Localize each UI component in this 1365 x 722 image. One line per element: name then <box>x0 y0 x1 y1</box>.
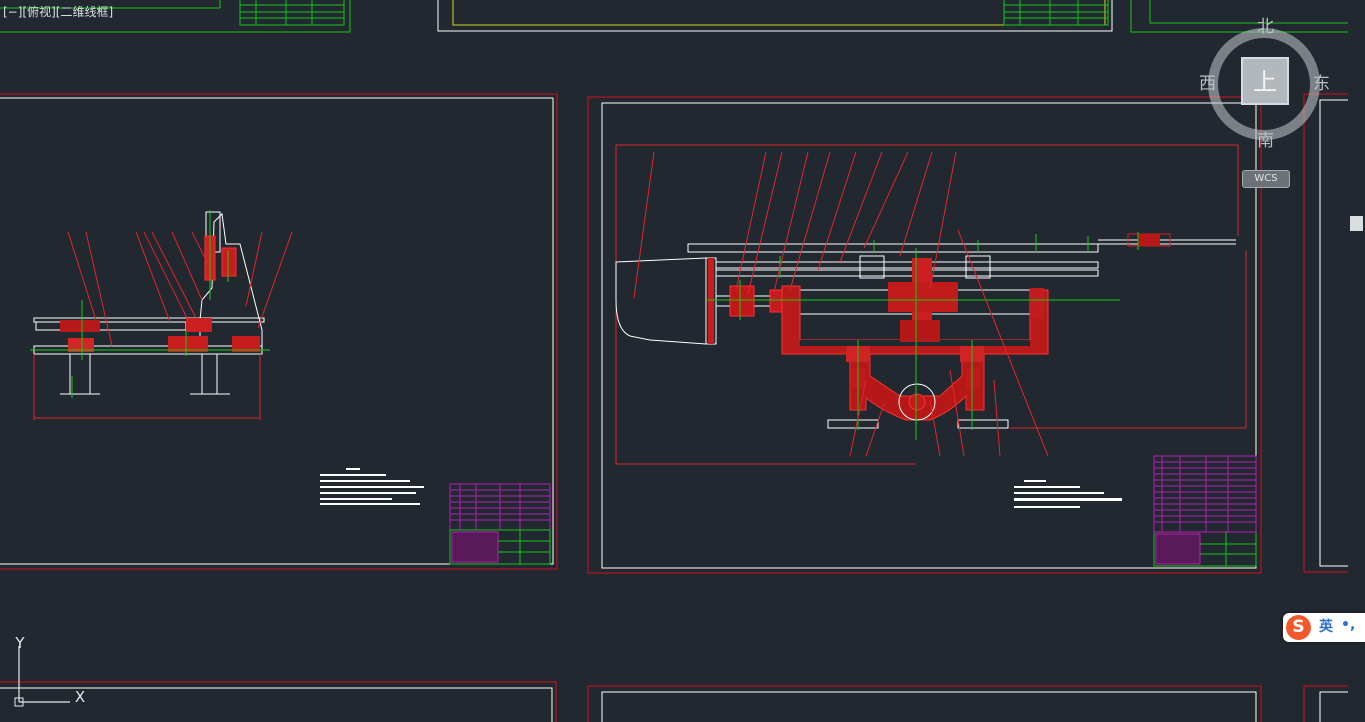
viewcube[interactable]: 北 西 东 南 上 WCS <box>1195 12 1335 202</box>
viewcube-south[interactable]: 南 <box>1257 132 1274 150</box>
left-assembly-drawing <box>30 210 293 420</box>
ime-punctuation-toggle[interactable]: •, <box>1341 616 1355 634</box>
viewcube-west[interactable]: 西 <box>1199 75 1216 93</box>
model-space-canvas[interactable]: Y X <box>0 0 1365 722</box>
wcs-menu-button[interactable]: WCS <box>1242 170 1290 188</box>
scrollbar-thumb[interactable] <box>1350 216 1363 231</box>
sheet-left[interactable] <box>0 93 558 570</box>
left-title-block <box>449 483 551 565</box>
sheet-bottom-row <box>0 681 1365 722</box>
left-technical-notes <box>320 468 424 505</box>
ime-toolbar[interactable]: S 英 •, <box>1283 613 1365 642</box>
right-technical-notes <box>1014 480 1122 508</box>
right-assembly-drawing <box>615 144 1247 465</box>
viewcube-top-face[interactable]: 上 <box>1241 57 1289 105</box>
viewcube-east[interactable]: 东 <box>1313 75 1330 93</box>
right-title-block <box>1153 455 1257 567</box>
ucs-x-label: X <box>75 688 85 706</box>
sheet-top-middle <box>437 0 1113 32</box>
viewcube-north[interactable]: 北 <box>1257 18 1274 36</box>
ime-language-toggle[interactable]: 英 <box>1319 618 1333 636</box>
ucs-y-label: Y <box>14 634 25 652</box>
sheet-right[interactable] <box>587 96 1262 574</box>
ucs-icon: Y X <box>14 634 85 707</box>
viewport-controls[interactable]: [−][俯视][二维线框] <box>3 5 113 19</box>
sogou-logo-icon[interactable]: S <box>1286 615 1311 640</box>
